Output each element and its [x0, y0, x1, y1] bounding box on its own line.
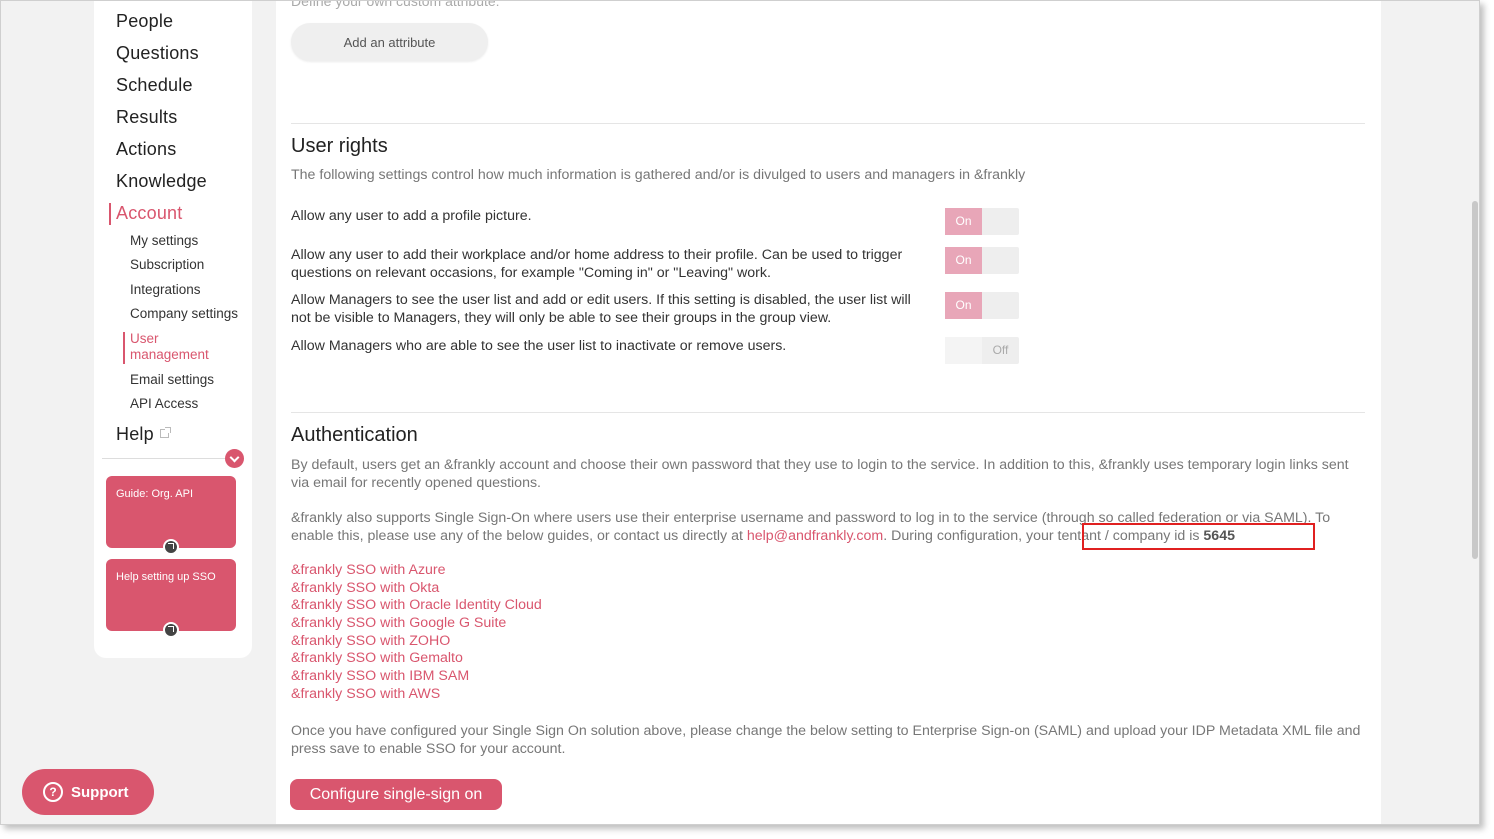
sso-link-aws[interactable]: &frankly SSO with AWS — [291, 686, 440, 702]
setting-profile-picture: Allow any user to add a profile picture. — [291, 208, 532, 224]
sub-item-my-settings[interactable]: My settings — [130, 233, 198, 248]
support-email-link[interactable]: help@andfrankly.com — [747, 528, 883, 544]
toggle-state: Off — [992, 343, 1009, 357]
user-rights-description: The following settings control how much … — [291, 167, 1026, 183]
nav-item-people[interactable]: People — [116, 11, 173, 32]
chevron-down-icon[interactable] — [225, 449, 244, 468]
scrollbar[interactable] — [1472, 201, 1478, 559]
sidebar-divider — [102, 458, 242, 459]
sso-link-zoho[interactable]: &frankly SSO with ZOHO — [291, 633, 450, 649]
authentication-title: Authentication — [291, 424, 418, 446]
sub-item-subscription[interactable]: Subscription — [130, 257, 204, 272]
nav-item-help[interactable]: Help — [116, 424, 171, 445]
nav-item-results[interactable]: Results — [116, 107, 177, 128]
support-button[interactable]: ? Support — [22, 769, 154, 815]
configure-sso-button[interactable]: Configure single-sign on — [290, 779, 502, 810]
nav-item-schedule[interactable]: Schedule — [116, 75, 193, 96]
help-label: Help — [116, 424, 154, 444]
main-content: Define your own custom attribute: Add an… — [276, 0, 1381, 824]
sso-info-text-mid: . During configuration, — [883, 528, 1026, 544]
nav-item-actions[interactable]: Actions — [116, 139, 176, 160]
sub-item-api-access[interactable]: API Access — [130, 396, 198, 411]
sso-link-google[interactable]: &frankly SSO with Google G Suite — [291, 615, 506, 631]
sso-link-ibm[interactable]: &frankly SSO with IBM SAM — [291, 668, 469, 684]
app-window: People Questions Schedule Results Action… — [0, 0, 1480, 825]
guide-card-sso[interactable]: Help setting up SSO — [106, 559, 236, 638]
setting-address: Allow any user to add their workplace an… — [291, 247, 903, 281]
question-icon: ? — [43, 782, 63, 802]
guide-card-label: Help setting up SSO — [116, 571, 216, 583]
toggle-address[interactable]: On — [945, 247, 1019, 274]
sso-link-oracle[interactable]: &frankly SSO with Oracle Identity Cloud — [291, 597, 542, 613]
toggle-state: On — [945, 292, 982, 319]
sub-item-company-settings[interactable]: Company settings — [130, 306, 238, 321]
arrow-up-right-icon[interactable] — [163, 539, 179, 555]
user-rights-title: User rights — [291, 135, 388, 157]
toggle-state: On — [945, 247, 982, 274]
section-divider — [291, 412, 1365, 413]
toggle-profile-picture[interactable]: On — [945, 208, 1019, 235]
external-link-icon — [159, 427, 171, 438]
section-divider — [291, 123, 1365, 124]
nav-item-knowledge[interactable]: Knowledge — [116, 171, 207, 192]
sub-item-email-settings[interactable]: Email settings — [130, 372, 214, 387]
toggle-managers-user-list[interactable]: On — [945, 292, 1019, 319]
active-indicator — [109, 203, 111, 225]
sso-link-okta[interactable]: &frankly SSO with Okta — [291, 580, 439, 596]
authentication-config-info: Once you have configured your Single Sig… — [291, 723, 1361, 757]
sub-active-indicator — [123, 332, 125, 364]
sso-link-azure[interactable]: &frankly SSO with Azure — [291, 562, 446, 578]
nav-item-account[interactable]: Account — [116, 203, 182, 224]
guide-card-org-api[interactable]: Guide: Org. API — [106, 476, 236, 555]
tenant-id-highlight — [1082, 523, 1315, 550]
arrow-up-right-icon[interactable] — [163, 622, 179, 638]
support-label: Support — [71, 783, 129, 801]
attribute-hint: Define your own custom attribute: — [291, 0, 500, 9]
setting-managers-user-list: Allow Managers to see the user list and … — [291, 292, 911, 326]
nav-item-questions[interactable]: Questions — [116, 43, 199, 64]
sso-link-gemalto[interactable]: &frankly SSO with Gemalto — [291, 650, 463, 666]
setting-managers-inactivate: Allow Managers who are able to see the u… — [291, 338, 787, 354]
toggle-knob — [945, 337, 982, 364]
sidebar: People Questions Schedule Results Action… — [94, 1, 252, 658]
authentication-intro: By default, users get an &frankly accoun… — [291, 457, 1349, 491]
sub-item-user-management[interactable]: User management — [130, 331, 225, 363]
add-attribute-button[interactable]: Add an attribute — [291, 23, 488, 61]
guide-card-label: Guide: Org. API — [116, 488, 194, 500]
toggle-state: On — [945, 208, 982, 235]
toggle-managers-inactivate[interactable]: Off — [945, 337, 1019, 364]
sub-item-integrations[interactable]: Integrations — [130, 282, 201, 297]
